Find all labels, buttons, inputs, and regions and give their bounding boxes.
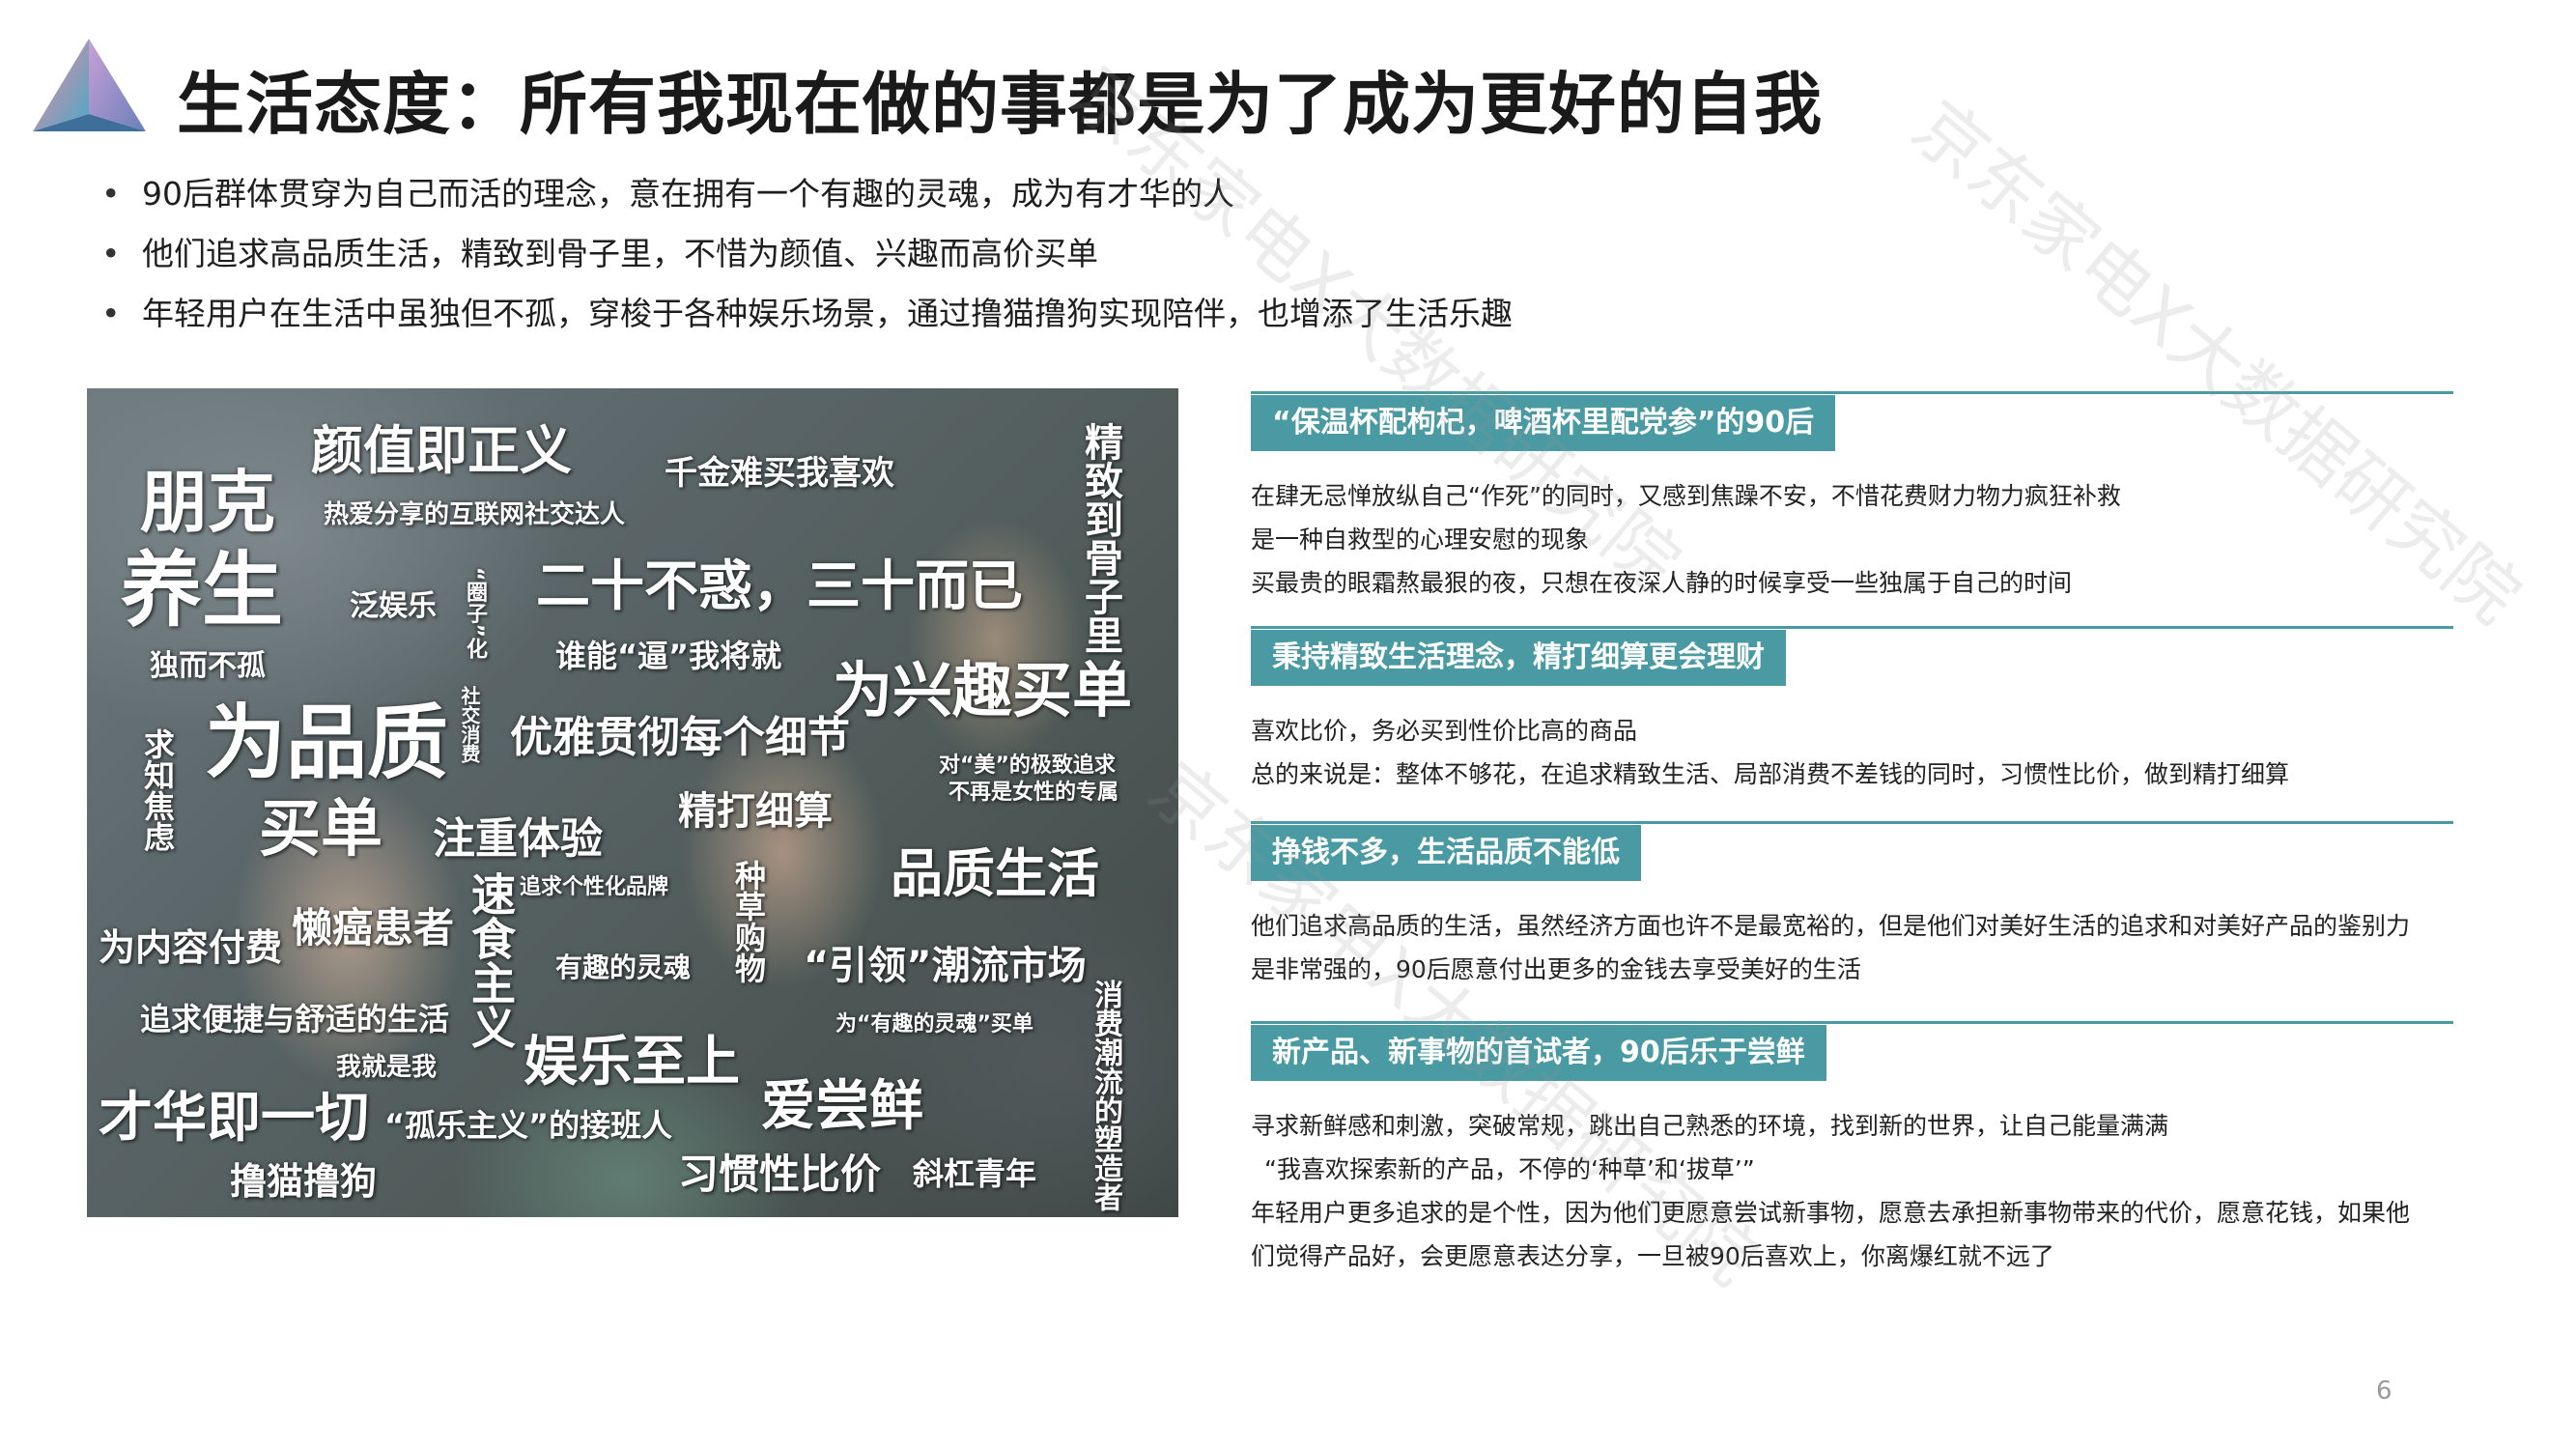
- section-header: “保温杯配枸杞，啤酒杯里配党参”的90后: [1251, 391, 2453, 451]
- section-divider: [1251, 391, 2453, 394]
- word-cloud-word: 优雅贯彻每个细节: [510, 713, 850, 762]
- word-cloud-word: “引领”潮流市场: [804, 944, 1087, 988]
- section-line: 们觉得产品好，会更愿意表达分享，一旦被90后喜欢上，你离爆红就不远了: [1251, 1242, 2054, 1270]
- bullet-item: 90后群体贯穿为自己而活的理念，意在拥有一个有趣的灵魂，成为有才华的人: [101, 164, 1513, 224]
- section-line: 年轻用户更多追求的是个性，因为他们更愿意尝试新事物，愿意去承担新事物带来的代价，…: [1251, 1199, 2411, 1227]
- section-line: 他们追求高品质的生活，虽然经济方面也许不是最宽裕的，但是他们对美好生活的追求和对…: [1251, 912, 2411, 940]
- word-cloud-word: 品质生活: [891, 843, 1099, 904]
- word-cloud-word: 追求个性化品牌: [520, 875, 669, 899]
- word-cloud-word: 追求便捷与舒适的生活: [140, 1001, 450, 1037]
- section-3: 挣钱不多，生活品质不能低 他们追求高品质的生活，虽然经济方面也许不是最宽裕的，但…: [1251, 821, 2453, 991]
- section-heading: “保温杯配枸杞，啤酒杯里配党参”的90后: [1251, 395, 1836, 451]
- section-heading: 挣钱不多，生活品质不能低: [1251, 825, 1641, 881]
- word-cloud-word: 为内容付费: [99, 926, 283, 969]
- section-line: 是一种自救型的心理安慰的现象: [1251, 526, 1590, 554]
- section-body: 喜欢比价，务必买到性价比高的商品 总的来说是：整体不够花，在追求精致生活、局部消…: [1251, 709, 2453, 796]
- section-divider: [1251, 1021, 2453, 1024]
- section-line: 总的来说是：整体不够花，在追求精致生活、局部消费不差钱的同时，习惯性比价，做到精…: [1251, 760, 2290, 788]
- page-title: 生活态度：所有我现在做的事都是为了成为更好的自我: [177, 65, 1823, 144]
- word-cloud-word: 颜值即正义: [311, 420, 572, 481]
- word-cloud-word: 撸猫撸狗: [230, 1160, 378, 1203]
- word-cloud-word: 斜杠青年: [913, 1155, 1037, 1192]
- bullet-item: 年轻用户在生活中虽独但不孤，穿梭于各种娱乐场景，通过撸猫撸狗实现陪伴，也增添了生…: [101, 284, 1513, 344]
- word-cloud-word: 谁能“逼”我将就: [555, 638, 782, 674]
- word-cloud-word: 养生: [121, 543, 284, 638]
- word-cloud-word: 为品质: [205, 696, 449, 790]
- section-line: 买最贵的眼霜熬最狠的夜，只想在夜深人静的时候享受一些独属于自己的时间: [1251, 569, 2073, 597]
- word-cloud-word: 二十不惑，三十而已: [536, 555, 1023, 618]
- word-cloud-word: 不再是女性的专属: [948, 781, 1119, 805]
- word-cloud-word: 注重体验: [433, 814, 603, 864]
- section-line: 寻求新鲜感和刺激，突破常规，跳出自己熟悉的环境，找到新的世界，让自己能量满满: [1251, 1112, 2169, 1140]
- word-cloud-word: 懒癌患者: [292, 904, 455, 952]
- word-cloud-word: 娱乐至上: [524, 1031, 740, 1094]
- page-number: 6: [2376, 1377, 2392, 1406]
- section-body: 寻求新鲜感和刺激，突破常规，跳出自己熟悉的环境，找到新的世界，让自己能量满满 “…: [1251, 1104, 2453, 1278]
- section-header: 秉持精致生活理念，精打细算更会理财: [1251, 626, 2453, 686]
- word-cloud-word: 千金难买我喜欢: [665, 454, 894, 493]
- word-cloud-word: 精打细算: [678, 789, 833, 834]
- word-cloud-word: 才华即一切: [99, 1087, 369, 1150]
- word-cloud-word: 求知焦虑: [139, 728, 176, 852]
- section-heading: 秉持精致生活理念，精打细算更会理财: [1251, 630, 1786, 686]
- pyramid-logo-icon: [33, 39, 146, 131]
- section-divider: [1251, 626, 2453, 629]
- section-2: 秉持精致生活理念，精打细算更会理财 喜欢比价，务必买到性价比高的商品 总的来说是…: [1251, 626, 2453, 796]
- intro-bullets: 90后群体贯穿为自己而活的理念，意在拥有一个有趣的灵魂，成为有才华的人 他们追求…: [101, 164, 1513, 344]
- word-cloud-word: 热爱分享的互联网社交达人: [324, 500, 626, 529]
- word-cloud-word: 爱尝鲜: [761, 1075, 923, 1138]
- word-cloud-word: 精致到骨子里: [1078, 422, 1122, 654]
- word-cloud-word: 买单: [259, 794, 382, 866]
- word-cloud-word: “圈子”化: [463, 567, 487, 659]
- word-cloud-word: 为兴趣买单: [833, 655, 1133, 725]
- section-body: 他们追求高品质的生活，虽然经济方面也许不是最宽裕的，但是他们对美好生活的追求和对…: [1251, 904, 2453, 991]
- bullet-item: 他们追求高品质生活，精致到骨子里，不惜为颜值、兴趣而高价买单: [101, 224, 1513, 284]
- section-4: 新产品、新事物的首试者，90后乐于尝鲜 寻求新鲜感和刺激，突破常规，跳出自己熟悉…: [1251, 1021, 2453, 1278]
- section-line: 是非常强的，90后愿意付出更多的金钱去享受美好的生活: [1251, 955, 1861, 983]
- word-cloud-photo: 颜值即正义 朋克 千金难买我喜欢 热爱分享的互联网社交达人 精致到骨子里 养生 …: [87, 388, 1178, 1217]
- section-heading: 新产品、新事物的首试者，90后乐于尝鲜: [1251, 1025, 1826, 1081]
- section-divider: [1251, 821, 2453, 824]
- word-cloud-word: 速食主义: [465, 871, 517, 1049]
- word-cloud-word: 泛娱乐: [350, 589, 437, 623]
- word-cloud-word: “孤乐主义”的接班人: [384, 1107, 673, 1144]
- section-body: 在肆无忌惮放纵自己“作死”的同时，又感到焦躁不安，不惜花费财力物力疯狂补救 是一…: [1251, 474, 2453, 605]
- section-1: “保温杯配枸杞，啤酒杯里配党参”的90后 在肆无忌惮放纵自己“作死”的同时，又感…: [1251, 391, 2453, 605]
- word-cloud-word: 种草购物: [730, 860, 767, 983]
- word-cloud-word: 习惯性比价: [678, 1151, 882, 1198]
- section-header: 挣钱不多，生活品质不能低: [1251, 821, 2453, 881]
- word-cloud-word: 社交消费: [458, 686, 481, 763]
- section-line: 在肆无忌惮放纵自己“作死”的同时，又感到焦躁不安，不惜花费财力物力疯狂补救: [1251, 482, 2121, 510]
- section-line: “我喜欢探索新的产品，不停的‘种草’和‘拔草’”: [1264, 1155, 1755, 1183]
- word-cloud-word: 消费潮流的塑造者: [1089, 980, 1122, 1211]
- word-cloud-word: 为“有趣的灵魂”买单: [835, 1012, 1033, 1037]
- word-cloud-word: 有趣的灵魂: [555, 952, 692, 983]
- section-line: 喜欢比价，务必买到性价比高的商品: [1251, 717, 1638, 745]
- section-header: 新产品、新事物的首试者，90后乐于尝鲜: [1251, 1021, 2453, 1081]
